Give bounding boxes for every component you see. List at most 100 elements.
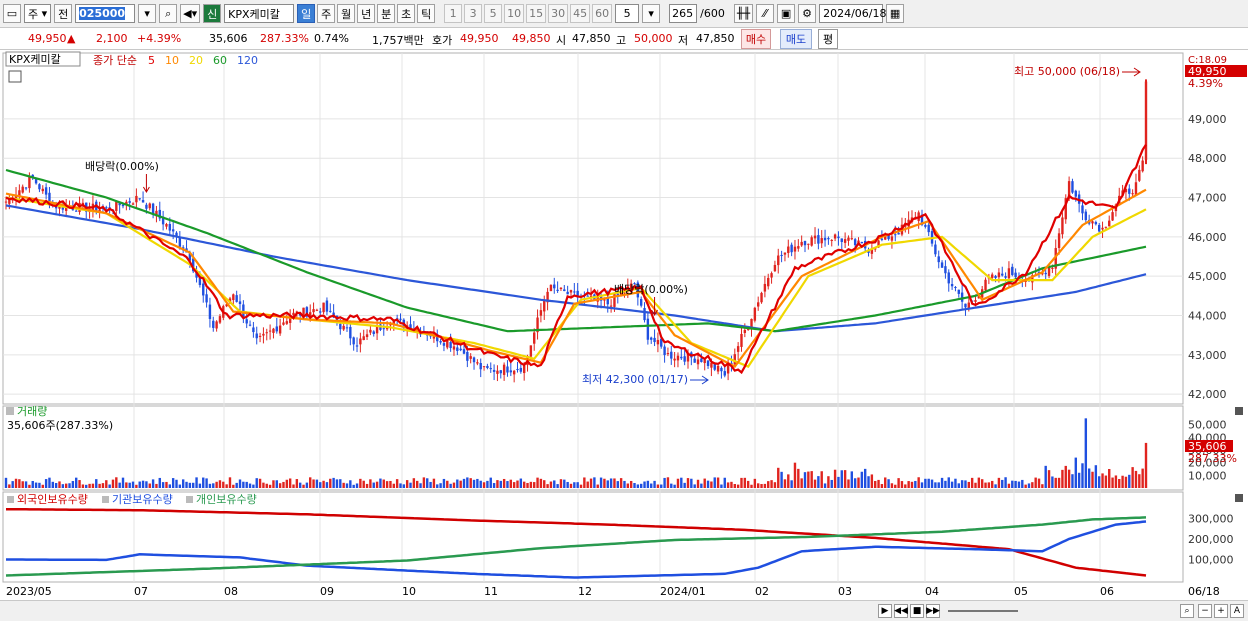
volume-bar xyxy=(54,483,58,488)
interval-45[interactable]: 45 xyxy=(570,4,591,23)
volume-bar xyxy=(827,476,830,488)
candle-body xyxy=(28,176,31,189)
volume-bar xyxy=(616,481,619,488)
scroll-right-icon[interactable]: ▶ xyxy=(878,604,892,618)
candle-body xyxy=(252,327,255,333)
candle-body xyxy=(329,310,332,312)
count-input[interactable]: 265 xyxy=(669,4,698,23)
speaker-icon[interactable]: ◀▾ xyxy=(180,4,201,23)
candle-body xyxy=(268,330,272,332)
volume-bar xyxy=(138,481,141,488)
interval-15[interactable]: 15 xyxy=(526,4,547,23)
volume-bar xyxy=(225,484,228,488)
x-tick-label: 05 xyxy=(1014,585,1028,598)
sell-button[interactable]: 매도 xyxy=(780,29,812,49)
candle-body xyxy=(716,365,720,372)
search-icon[interactable]: ⌕ xyxy=(159,4,178,23)
interval-60[interactable]: 60 xyxy=(592,4,613,23)
volume-bar xyxy=(650,483,653,488)
period-틱[interactable]: 틱 xyxy=(417,4,436,23)
zoom-slider[interactable] xyxy=(948,610,1018,612)
interval-30[interactable]: 30 xyxy=(548,4,569,23)
volume-bar xyxy=(539,478,543,488)
period-초[interactable]: 초 xyxy=(397,4,416,23)
save-icon[interactable]: ▣ xyxy=(777,4,796,23)
candle-body xyxy=(586,295,589,297)
volume-bar xyxy=(168,484,172,488)
holding-legend-swatch xyxy=(102,496,109,503)
period-일[interactable]: 일 xyxy=(297,4,316,23)
rewind-icon[interactable]: ◀◀ xyxy=(894,604,908,618)
volume-bar xyxy=(1004,477,1007,488)
candle-body xyxy=(352,337,355,345)
volume-bar xyxy=(890,483,894,488)
custom-interval-input[interactable]: 5 xyxy=(615,4,640,23)
zoom-out-icon[interactable]: − xyxy=(1198,604,1212,618)
candle-body xyxy=(1081,205,1084,214)
market-badge: 신 xyxy=(203,4,222,23)
volume-bar xyxy=(509,479,513,488)
candle-body xyxy=(345,327,349,329)
candle-body xyxy=(1108,220,1111,227)
buy-button[interactable]: 매수 xyxy=(741,29,771,49)
holding-legend-1: 기관보유수량 xyxy=(112,493,173,506)
zoom-search-icon[interactable]: ⌕ xyxy=(1180,604,1194,618)
volume-bar xyxy=(850,471,854,488)
average-button[interactable]: 평 xyxy=(818,29,838,49)
candle-body xyxy=(553,284,556,289)
date-input[interactable]: 2024/06/18 xyxy=(819,4,887,23)
holding-legend-swatch xyxy=(186,496,193,503)
volume-bar xyxy=(442,478,446,488)
candle-body xyxy=(1007,268,1011,279)
settings-icon[interactable]: ⚙ xyxy=(798,4,817,23)
interval-5[interactable]: 5 xyxy=(484,4,503,23)
stock-code-input[interactable]: 025000 xyxy=(75,4,136,23)
period-주[interactable]: 주 xyxy=(317,4,336,23)
volume-bar xyxy=(439,483,442,488)
change-percent: +4.39% xyxy=(137,32,182,45)
volume-bar xyxy=(780,471,783,488)
candle-body xyxy=(887,235,890,240)
candle-body xyxy=(897,232,900,235)
line-tool-icon[interactable]: ⁄⁄ xyxy=(756,4,775,23)
candle-body xyxy=(823,237,827,241)
volume-bar xyxy=(870,474,874,488)
volume-bar xyxy=(787,474,790,488)
zoom-in-icon[interactable]: + xyxy=(1214,604,1228,618)
candle-body xyxy=(569,290,573,293)
volume-bar xyxy=(272,480,275,488)
interval-1[interactable]: 1 xyxy=(444,4,463,23)
period-년[interactable]: 년 xyxy=(357,4,376,23)
interval-dropdown-icon[interactable]: ▾ xyxy=(642,4,661,23)
volume-bar xyxy=(743,477,747,488)
period-분[interactable]: 분 xyxy=(377,4,396,23)
volume-bar xyxy=(1124,476,1128,488)
window-icon[interactable]: ▭ xyxy=(3,4,21,23)
volume-bar xyxy=(596,484,599,488)
candle-type-icon[interactable]: ╫╫ xyxy=(733,4,754,23)
volume-bar xyxy=(188,482,192,488)
volume-bar xyxy=(155,483,158,488)
volume-bar xyxy=(1014,480,1017,488)
calendar-icon[interactable]: ▦ xyxy=(886,4,905,23)
stock-chart[interactable]: 2023/05 07 08 09 10 11 12 2024/01 02 03 04 05 06 06/1… xyxy=(0,50,1248,600)
interval-10[interactable]: 10 xyxy=(504,4,525,23)
font-size-icon[interactable]: A xyxy=(1230,604,1244,618)
stop-icon[interactable]: ■ xyxy=(910,604,924,618)
stock-name-field[interactable]: KPX케미칼 xyxy=(224,4,295,23)
interval-3[interactable]: 3 xyxy=(464,4,483,23)
prev-button[interactable]: 전 xyxy=(54,4,73,23)
fast-forward-icon[interactable]: ▶▶ xyxy=(926,604,940,618)
volume-bar xyxy=(158,477,161,488)
volume-bar xyxy=(1128,474,1131,488)
volume-bar xyxy=(118,482,121,488)
volume-bar xyxy=(44,479,48,488)
candle-body xyxy=(4,201,8,203)
volume-bar xyxy=(817,476,820,488)
holding-tick-label: 100,000 xyxy=(1188,553,1234,566)
code-dropdown-icon[interactable]: ▾ xyxy=(138,4,157,23)
type-select[interactable]: 주 ▾ xyxy=(24,4,52,23)
volume-bar xyxy=(4,477,8,488)
volume-bar xyxy=(639,483,643,488)
period-월[interactable]: 월 xyxy=(337,4,356,23)
